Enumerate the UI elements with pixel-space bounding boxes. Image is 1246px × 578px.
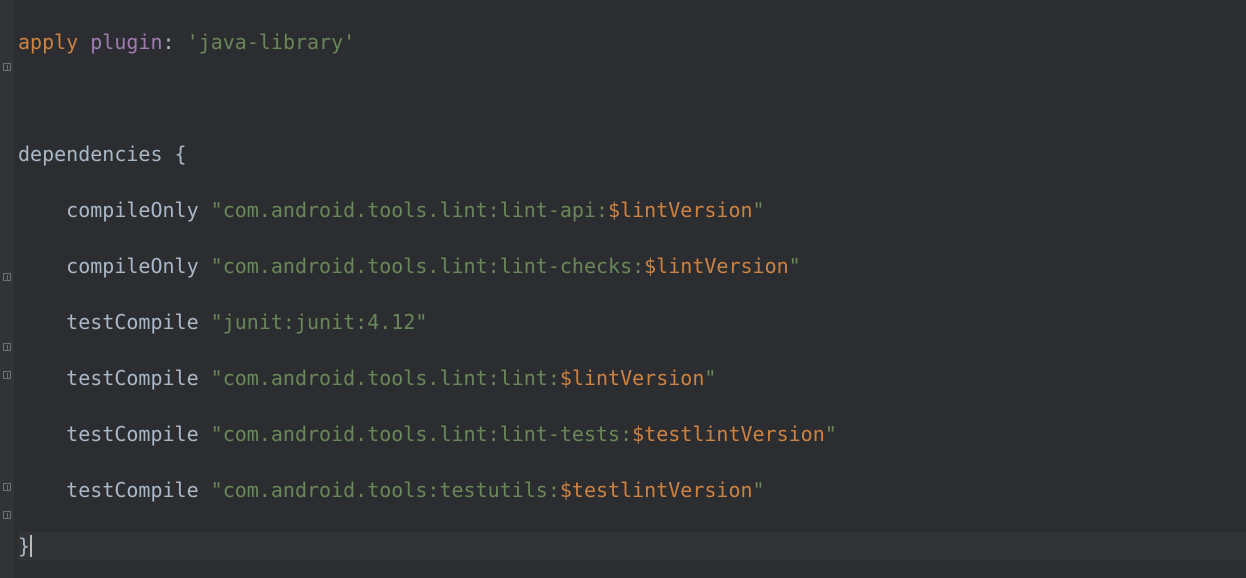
fold-marker[interactable]: [3, 63, 11, 71]
code-line[interactable]: testCompile "junit:junit:4.12": [18, 308, 1246, 336]
code-area[interactable]: apply plugin: 'java-library' dependencie…: [14, 0, 1246, 578]
var-lintVersion: $lintVersion: [560, 366, 705, 390]
var-lintVersion: $lintVersion: [608, 198, 753, 222]
config-testCompile: testCompile: [66, 310, 211, 334]
code-line[interactable]: apply plugin: 'java-library': [18, 28, 1246, 56]
code-editor[interactable]: apply plugin: 'java-library' dependencie…: [0, 0, 1246, 578]
code-line[interactable]: [18, 84, 1246, 112]
text-caret: [30, 535, 32, 557]
string-lit: 'java-library': [187, 30, 356, 54]
prop-plugin: plugin: [90, 30, 162, 54]
code-line[interactable]: compileOnly "com.android.tools.lint:lint…: [18, 252, 1246, 280]
code-line[interactable]: testCompile "com.android.tools.lint:lint…: [18, 420, 1246, 448]
fold-marker[interactable]: [3, 343, 11, 351]
fold-marker[interactable]: [3, 483, 11, 491]
keyword-apply: apply: [18, 30, 78, 54]
config-compileOnly: compileOnly: [66, 198, 211, 222]
var-testlintVersion: $testlintVersion: [632, 422, 825, 446]
var-testlintVersion: $testlintVersion: [560, 478, 753, 502]
var-lintVersion: $lintVersion: [644, 254, 789, 278]
fold-marker[interactable]: [3, 371, 11, 379]
fold-marker[interactable]: [3, 511, 11, 519]
code-line-current[interactable]: }: [18, 532, 1246, 560]
config-testCompile: testCompile: [66, 366, 211, 390]
code-line[interactable]: dependencies {: [18, 140, 1246, 168]
code-line[interactable]: testCompile "com.android.tools:testutils…: [18, 476, 1246, 504]
config-testCompile: testCompile: [66, 422, 211, 446]
gutter: [0, 0, 14, 578]
brace-close: }: [18, 534, 30, 558]
block-dependencies: dependencies {: [18, 142, 187, 166]
code-line[interactable]: testCompile "com.android.tools.lint:lint…: [18, 364, 1246, 392]
code-line[interactable]: compileOnly "com.android.tools.lint:lint…: [18, 196, 1246, 224]
string-lit: "junit:junit:4.12": [211, 310, 428, 334]
fold-marker[interactable]: [3, 273, 11, 281]
config-compileOnly: compileOnly: [66, 254, 211, 278]
config-testCompile: testCompile: [66, 478, 211, 502]
